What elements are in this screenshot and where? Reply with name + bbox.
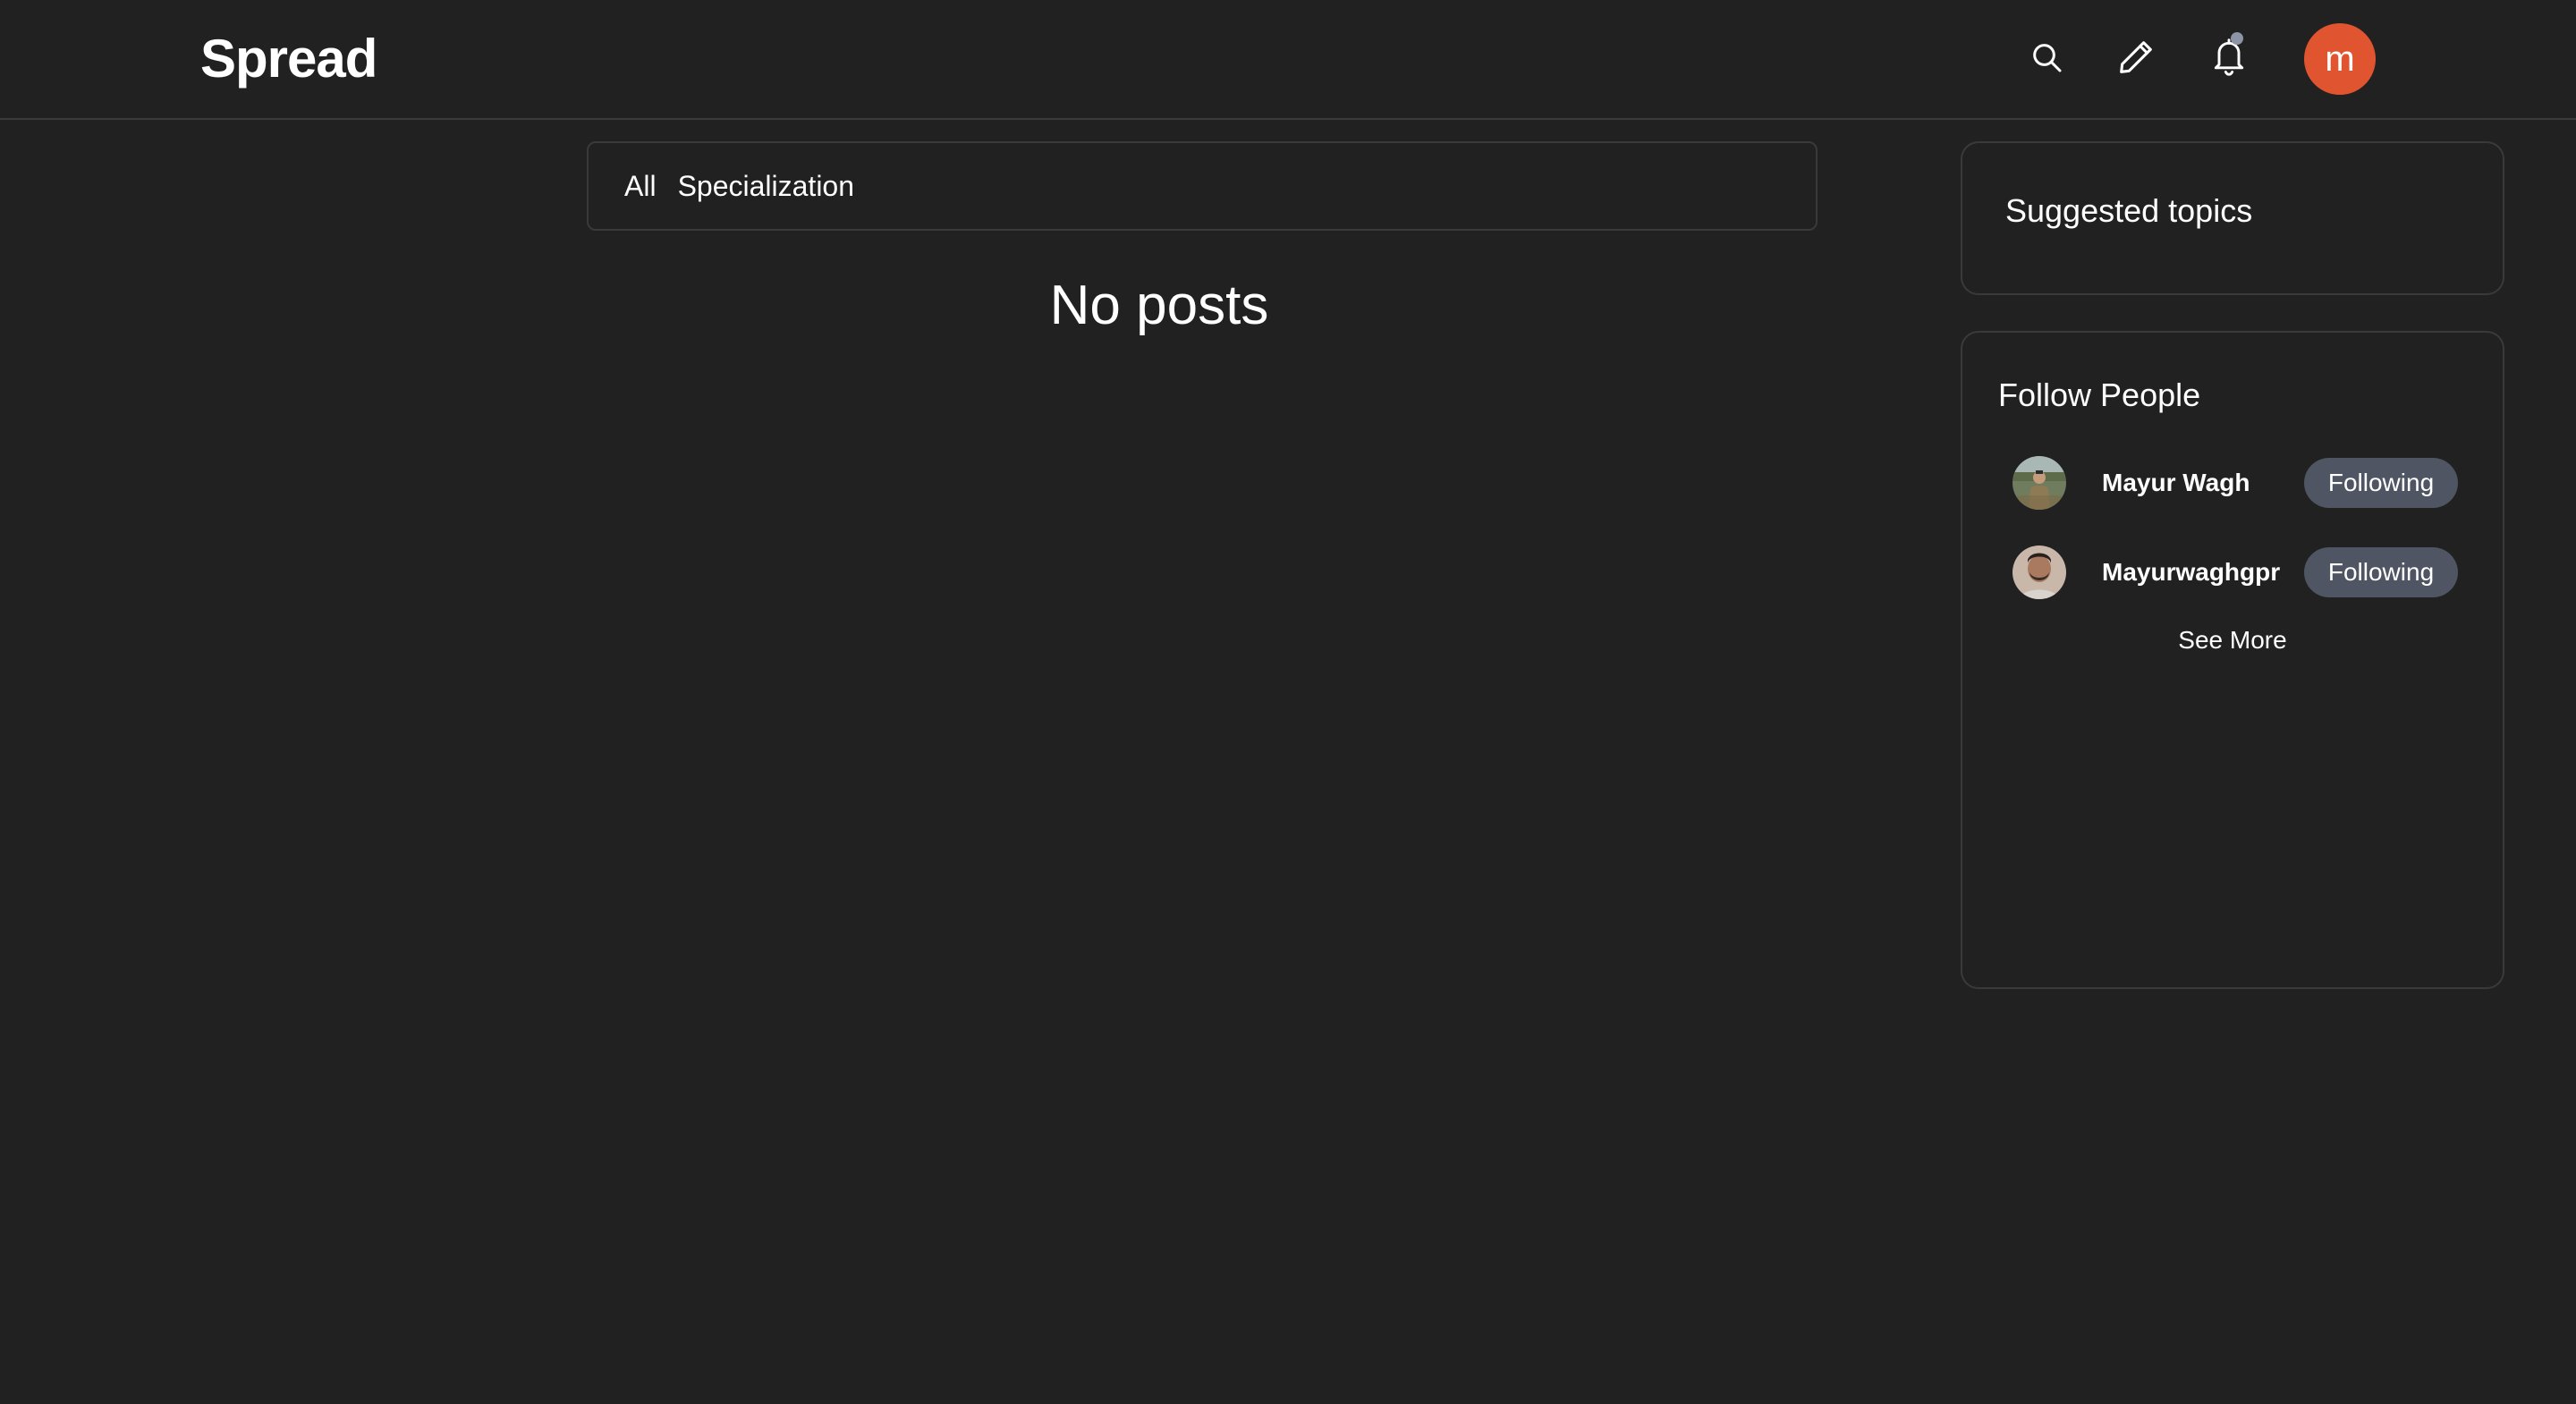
- avatar[interactable]: [2012, 546, 2066, 599]
- following-button[interactable]: Following: [2304, 547, 2458, 597]
- following-button[interactable]: Following: [2304, 458, 2458, 508]
- feed-tabs-bar: All Specialization: [587, 141, 1818, 231]
- person-row: Mayurwaghgpr Following: [2012, 546, 2478, 599]
- user-initial: m: [2325, 39, 2355, 79]
- person-name[interactable]: Mayurwaghgpr: [2102, 546, 2280, 599]
- tab-specialization[interactable]: Specialization: [678, 170, 854, 203]
- top-navbar: Spread m: [0, 0, 2576, 120]
- user-avatar-button[interactable]: m: [2304, 23, 2376, 95]
- pencil-icon: [2115, 37, 2157, 82]
- suggested-topics-title: Suggested topics: [2005, 192, 2253, 229]
- notifications-button[interactable]: [2207, 32, 2250, 84]
- person-row: Mayur Wagh Following: [2012, 456, 2478, 510]
- notification-dot: [2231, 32, 2243, 45]
- app-logo[interactable]: Spread: [200, 25, 377, 93]
- person-name[interactable]: Mayur Wagh: [2102, 456, 2250, 510]
- suggested-topics-card: Suggested topics: [1961, 141, 2504, 295]
- follow-people-card: Follow People Mayur Wagh Following Mayur…: [1961, 331, 2504, 989]
- follow-people-title: Follow People: [1998, 376, 2201, 413]
- search-icon: [2029, 39, 2064, 80]
- tab-all[interactable]: All: [624, 170, 657, 203]
- write-post-button[interactable]: [2113, 36, 2159, 82]
- see-more-link[interactable]: See More: [1962, 622, 2503, 658]
- empty-feed-message: No posts: [1049, 275, 1269, 336]
- search-button[interactable]: [2025, 38, 2068, 80]
- avatar[interactable]: [2012, 456, 2066, 510]
